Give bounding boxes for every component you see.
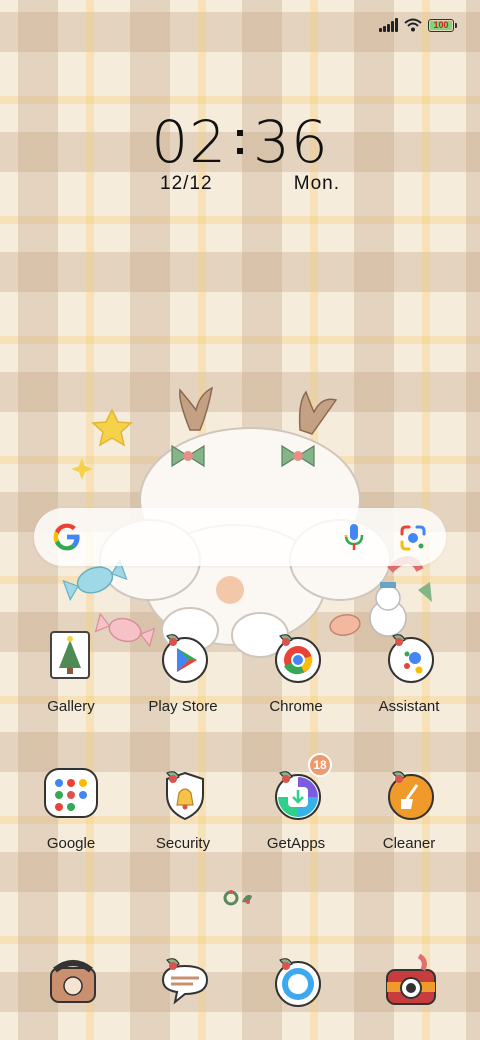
dock-phone[interactable] [15, 950, 127, 1010]
cleaner-icon [379, 763, 439, 823]
browser-icon [266, 950, 326, 1010]
google-search-bar[interactable] [34, 508, 446, 566]
battery-icon: 100 [428, 18, 457, 32]
app-label: Assistant [378, 698, 440, 715]
app-play-store[interactable]: Play Store [127, 626, 239, 715]
app-label: Chrome [269, 698, 323, 715]
phone-icon [41, 950, 101, 1010]
app-label: Security [155, 835, 211, 852]
star-decoration [91, 408, 133, 447]
clock-colon [237, 130, 243, 154]
wifi-icon [404, 18, 422, 32]
dock-browser[interactable] [240, 950, 352, 1010]
clock-widget[interactable]: 02 36 [0, 108, 480, 176]
status-bar: 100 [379, 18, 457, 32]
camera-icon [379, 950, 439, 1010]
app-gallery[interactable]: Gallery [15, 626, 127, 715]
getapps-icon: 18 [266, 753, 332, 823]
clock-hours: 02 [151, 108, 227, 176]
app-label: Play Store [148, 698, 218, 715]
app-label: GetApps [266, 835, 326, 852]
gallery-icon [41, 626, 101, 686]
app-label: Gallery [47, 698, 95, 715]
battery-level: 100 [433, 19, 449, 30]
google-lens-icon[interactable] [399, 524, 427, 552]
play-store-icon [153, 626, 213, 686]
page-indicator[interactable] [222, 888, 258, 908]
security-icon [153, 763, 213, 823]
microphone-icon[interactable] [342, 522, 366, 552]
signal-icon [379, 18, 398, 32]
chrome-icon [266, 626, 326, 686]
app-chrome[interactable]: Chrome [240, 626, 352, 715]
app-cleaner[interactable]: Cleaner [353, 763, 465, 852]
app-assistant[interactable]: Assistant [353, 626, 465, 715]
clock-weekday: Mon. [293, 173, 340, 194]
dock-messages[interactable] [127, 950, 239, 1010]
app-google-folder[interactable]: Google [15, 763, 127, 852]
app-label: Cleaner [382, 835, 436, 852]
clock-time: 02 36 [0, 108, 480, 176]
assistant-icon [379, 626, 439, 686]
app-label: Google [46, 835, 96, 852]
clock-minutes: 36 [253, 108, 329, 176]
dock-camera[interactable] [353, 950, 465, 1010]
clock-date: 12/12 [160, 173, 213, 194]
google-g-icon [53, 523, 80, 551]
app-security[interactable]: Security [127, 763, 239, 852]
notification-badge: 18 [308, 753, 332, 777]
app-getapps[interactable]: 18 GetApps [240, 753, 352, 852]
messages-icon [153, 950, 213, 1010]
google-folder-icon [41, 763, 101, 823]
date-line: 12/12 Mon. [160, 173, 340, 195]
